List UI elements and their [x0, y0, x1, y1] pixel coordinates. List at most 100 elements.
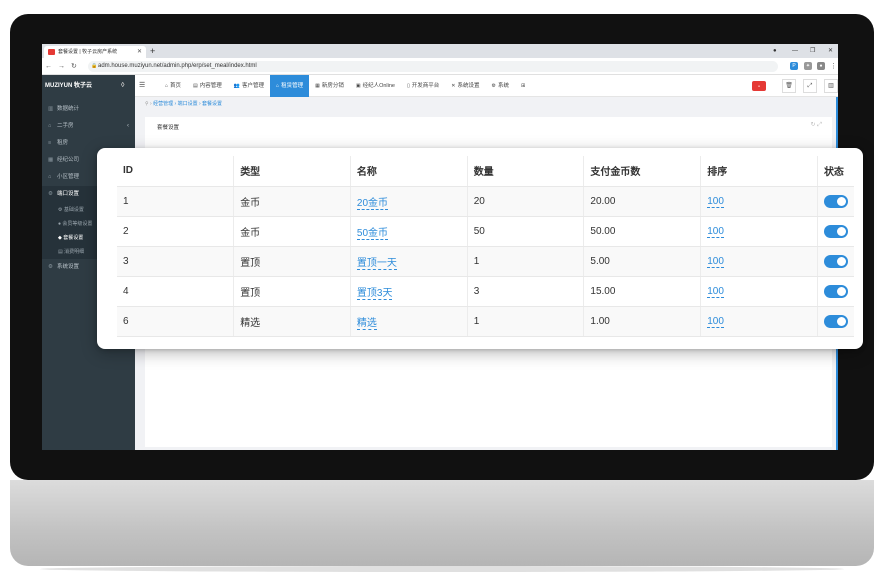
panel-title: 套餐设置	[157, 125, 180, 131]
cell-name: 置顶3天	[349, 276, 468, 307]
topnav-label: 经纪人Online	[362, 83, 395, 89]
sort-edit-link[interactable]: 100	[707, 285, 724, 298]
column-header-quantity[interactable]: 数量	[466, 156, 584, 187]
tab-title: 套餐设置 | 牧子云房产系统	[58, 49, 118, 55]
status-toggle[interactable]	[823, 194, 848, 208]
cell-name: 置顶一天	[349, 246, 468, 277]
zoomed-table-card: ID 类型 名称 数量 支付金币数 排序 状态 1 金币 20金币 20 20.…	[97, 148, 863, 349]
name-edit-link[interactable]: 20金币	[356, 197, 389, 210]
topnav-label: 首页	[170, 83, 182, 89]
column-header-status[interactable]: 状态	[816, 156, 854, 187]
chevron-left-icon: ‹	[127, 123, 129, 129]
close-icon[interactable]: ✕	[137, 46, 142, 58]
status-toggle[interactable]	[823, 314, 848, 328]
maximize-icon[interactable]: ❐	[810, 44, 815, 58]
cell-id: 2	[117, 216, 234, 247]
table-row: 4 置顶 置顶3天 3 15.00 100	[117, 276, 854, 307]
url-input[interactable]: 🔒 adm.house.muziyun.net/admin.php/erp/se…	[88, 61, 778, 72]
cell-status	[816, 276, 854, 307]
name-edit-link[interactable]: 置顶一天	[356, 257, 397, 270]
reload-icon[interactable]: ↻	[71, 58, 77, 75]
cell-status	[816, 216, 854, 247]
cell-amount: 1.00	[583, 306, 701, 337]
topnav-item-system[interactable]: ⚙ 系统	[485, 75, 515, 97]
topnav-item-developer[interactable]: ▯ 开发商平台	[401, 75, 445, 97]
status-toggle[interactable]	[823, 284, 848, 298]
forward-icon[interactable]: →	[58, 58, 65, 75]
topnav-item-customers[interactable]: 👥 客户管理	[228, 75, 270, 97]
location-icon: ⚲ ›	[145, 101, 154, 107]
breadcrumb-item[interactable]: 套餐设置	[202, 101, 222, 107]
record-icon: ●	[773, 48, 777, 54]
column-header-amount[interactable]: 支付金币数	[583, 156, 701, 187]
name-edit-link[interactable]: 精选	[356, 317, 377, 330]
topnav-item-home[interactable]: ⌂ 首页	[159, 75, 187, 97]
topnav-label: 新房分销	[321, 83, 344, 89]
breadcrumb: ⚲ › 经营管理 › 端口设置 › 套餐设置	[145, 101, 223, 107]
minimize-icon[interactable]: —	[792, 44, 798, 58]
logo: MUZIYUN 牧子云 MUZIYUN·HOUSE ◊	[42, 75, 135, 102]
topnav-item-agent[interactable]: ▣ 经纪人Online	[350, 75, 401, 97]
topnav-item-newhouse[interactable]: ▦ 新房分销	[309, 75, 350, 97]
cell-id: 4	[117, 276, 234, 307]
sidebar-item-label: 数据统计	[57, 106, 80, 112]
fullscreen-icon[interactable]: ⤢	[803, 79, 817, 93]
cell-amount: 20.00	[583, 186, 701, 217]
sidebar-item-label: 经纪公司	[57, 157, 80, 163]
column-header-id[interactable]: ID	[117, 156, 234, 187]
avatar[interactable]: ●	[752, 81, 766, 91]
cell-amount: 5.00	[583, 246, 701, 277]
users-icon: 👥	[233, 83, 241, 89]
breadcrumb-item[interactable]: 端口设置	[178, 101, 198, 107]
topnav-item-rental[interactable]: ⌂ 租赁管理	[270, 75, 310, 97]
name-edit-link[interactable]: 置顶3天	[356, 287, 393, 300]
cell-id: 3	[117, 246, 234, 277]
table-row: 1 金币 20金币 20 20.00 100	[117, 186, 854, 217]
file-icon: ▯	[406, 83, 410, 89]
refresh-icon[interactable]: ↻ ⤢	[811, 121, 823, 129]
column-header-type[interactable]: 类型	[233, 156, 351, 187]
profile-icon[interactable]: ●	[817, 62, 825, 70]
topnav-label: 系统	[497, 83, 509, 89]
column-header-sort[interactable]: 排序	[700, 156, 818, 187]
sort-edit-link[interactable]: 100	[707, 195, 724, 208]
breadcrumb-item[interactable]: 经营管理	[153, 101, 173, 107]
browser-addressbar: ← → ↻ 🔒 adm.house.muziyun.net/admin.php/…	[42, 58, 838, 75]
sort-edit-link[interactable]: 100	[707, 315, 724, 328]
new-tab-icon[interactable]: +	[150, 45, 155, 57]
window-close-icon[interactable]: ✕	[828, 44, 833, 58]
cell-type: 置顶	[233, 246, 351, 277]
trash-icon[interactable]: 🗑	[782, 79, 796, 93]
menu-icon[interactable]: ⋮	[830, 58, 837, 75]
sidebar-item-label: 租房	[57, 140, 69, 146]
name-edit-link[interactable]: 50金币	[356, 227, 389, 240]
cell-id: 6	[117, 306, 234, 337]
table-header-row: ID 类型 名称 数量 支付金币数 排序 状态	[117, 156, 854, 187]
monitor-chin	[10, 480, 874, 566]
cell-type: 金币	[233, 216, 351, 247]
hamburger-icon[interactable]: ☰	[139, 75, 145, 97]
sidebar-item-stats[interactable]: ▥ 数据统计	[42, 101, 135, 118]
cell-name: 50金币	[349, 216, 468, 247]
puzzle-icon[interactable]: ✦	[804, 62, 812, 70]
layout-icon[interactable]: ▥	[824, 79, 838, 93]
status-toggle[interactable]	[823, 224, 848, 238]
sort-edit-link[interactable]: 100	[707, 255, 724, 268]
sort-edit-link[interactable]: 100	[707, 225, 724, 238]
topnav-item-settings[interactable]: ✕ 系统设置	[445, 75, 485, 97]
extension-icon[interactable]: P	[790, 62, 798, 70]
status-toggle[interactable]	[823, 254, 848, 268]
column-header-name[interactable]: 名称	[349, 156, 468, 187]
sidebar-item-label: 系统设置	[57, 264, 80, 270]
cell-sort: 100	[700, 216, 818, 247]
sidebar-sub-label: 基础设置	[63, 207, 84, 213]
topnav-item-content[interactable]: ▤ 内容管理	[187, 75, 228, 97]
topnav-item-more[interactable]: ⊞	[515, 75, 533, 97]
app-header: MUZIYUN 牧子云 MUZIYUN·HOUSE ◊ ☰ ⌂首页 ▤内容管理 …	[42, 75, 838, 102]
gear-icon: ⚙	[48, 264, 53, 270]
sidebar-item-secondhand[interactable]: ⌂ 二手房 ‹	[42, 118, 135, 135]
lock-icon: 🔒	[91, 63, 98, 69]
back-icon[interactable]: ←	[45, 58, 52, 75]
home-icon: ⌂	[48, 123, 52, 129]
browser-tab[interactable]: 套餐设置 | 牧子云房产系统 ✕	[44, 46, 146, 58]
